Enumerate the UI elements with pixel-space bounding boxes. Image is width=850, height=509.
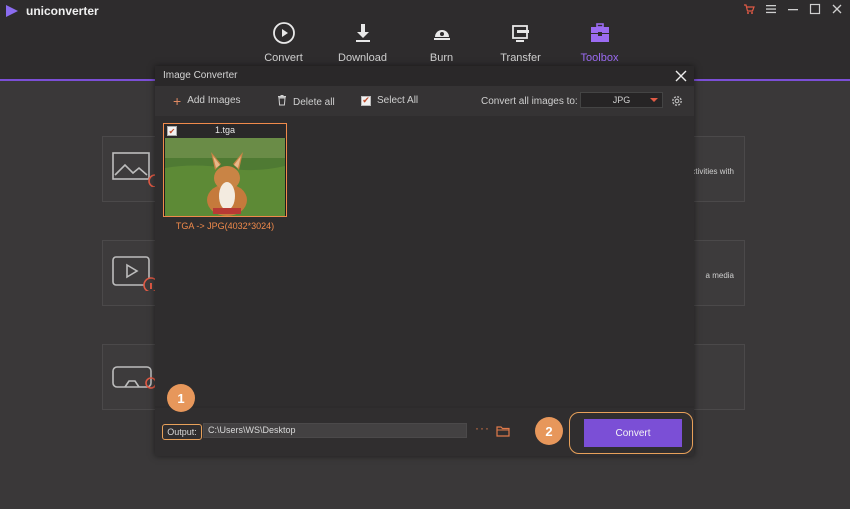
toolbox-icon bbox=[587, 20, 613, 46]
file-name: 1.tga bbox=[214, 125, 236, 135]
convert-button[interactable]: Convert bbox=[584, 419, 682, 447]
transfer-icon bbox=[508, 20, 534, 46]
step-2-badge: 2 bbox=[535, 417, 563, 445]
thumbnail-header: 1.tga ✔ bbox=[164, 124, 286, 138]
nav-toolbox[interactable]: Toolbox bbox=[560, 20, 639, 64]
gear-icon[interactable] bbox=[671, 94, 683, 106]
card-description: a media bbox=[705, 271, 734, 280]
select-all-checkbox[interactable]: ✔ Select All bbox=[361, 95, 418, 106]
chevron-down-icon bbox=[650, 98, 658, 102]
select-all-label: Select All bbox=[377, 95, 419, 106]
dialog-titlebar: Image Converter bbox=[155, 66, 694, 86]
delete-all-button[interactable]: Delete all bbox=[277, 95, 335, 109]
dialog-footer: Output: C:\Users\WS\Desktop ··· Convert bbox=[155, 408, 694, 456]
minimize-icon[interactable] bbox=[786, 2, 800, 16]
delete-all-label: Delete all bbox=[293, 96, 335, 108]
dialog-title: Image Converter bbox=[163, 70, 238, 81]
window-controls bbox=[742, 2, 844, 16]
nav-convert[interactable]: Convert bbox=[244, 20, 323, 64]
convert-icon bbox=[271, 20, 297, 46]
app-name: uniconverter bbox=[26, 4, 99, 18]
nav-burn-label: Burn bbox=[429, 52, 454, 64]
cart-icon[interactable] bbox=[742, 2, 756, 16]
dog-photo-thumbnail bbox=[165, 138, 285, 216]
image-converter-dialog: Image Converter + Add Images Delete all … bbox=[155, 66, 694, 456]
nav-burn[interactable]: Burn bbox=[402, 20, 481, 64]
add-images-button[interactable]: + Add Images bbox=[173, 92, 241, 109]
plus-icon: + bbox=[173, 92, 182, 109]
step-1-badge: 1 bbox=[167, 384, 195, 412]
image-list-area: 1.tga ✔ TGA -> JPG(4032*3024) bbox=[155, 116, 694, 406]
checkbox-icon: ✔ bbox=[361, 95, 371, 106]
video-metadata-icon bbox=[111, 255, 159, 293]
nav-download-label: Download bbox=[338, 52, 387, 64]
trash-icon bbox=[277, 95, 287, 109]
convert-highlight: Convert bbox=[569, 412, 693, 454]
output-format-select[interactable]: JPG bbox=[580, 92, 663, 108]
convert-all-label: Convert all images to: bbox=[481, 96, 578, 107]
image-thumbnail-card[interactable]: 1.tga ✔ bbox=[163, 123, 287, 217]
more-options-button[interactable]: ··· bbox=[475, 421, 490, 435]
nav-transfer[interactable]: Transfer bbox=[481, 20, 560, 64]
output-path-field[interactable]: C:\Users\WS\Desktop bbox=[203, 423, 467, 438]
nav-toolbox-label: Toolbox bbox=[580, 52, 619, 64]
conversion-info: TGA -> JPG(4032*3024) bbox=[175, 221, 275, 231]
app-logo: uniconverter bbox=[6, 4, 99, 18]
close-window-icon[interactable] bbox=[830, 2, 844, 16]
folder-icon[interactable] bbox=[496, 424, 510, 437]
main-nav: Convert Download Burn Transfer Toolbox bbox=[244, 20, 639, 64]
nav-transfer-label: Transfer bbox=[500, 52, 541, 64]
maximize-icon[interactable] bbox=[808, 2, 822, 16]
burn-icon bbox=[429, 20, 455, 46]
logo-icon bbox=[6, 5, 18, 17]
output-label: Output: bbox=[162, 424, 202, 440]
format-value: JPG bbox=[612, 95, 631, 105]
file-checkbox[interactable]: ✔ bbox=[167, 126, 177, 136]
add-images-label: Add Images bbox=[187, 95, 241, 106]
menu-icon[interactable] bbox=[764, 2, 778, 16]
card-description: ctivities with bbox=[691, 167, 734, 176]
nav-download[interactable]: Download bbox=[323, 20, 402, 64]
download-icon bbox=[350, 20, 376, 46]
dialog-toolbar: + Add Images Delete all ✔ Select All Con… bbox=[155, 86, 694, 116]
image-tool-icon bbox=[111, 151, 162, 188]
nav-convert-label: Convert bbox=[264, 52, 303, 64]
vr-icon bbox=[111, 359, 157, 395]
close-icon[interactable] bbox=[674, 69, 688, 83]
